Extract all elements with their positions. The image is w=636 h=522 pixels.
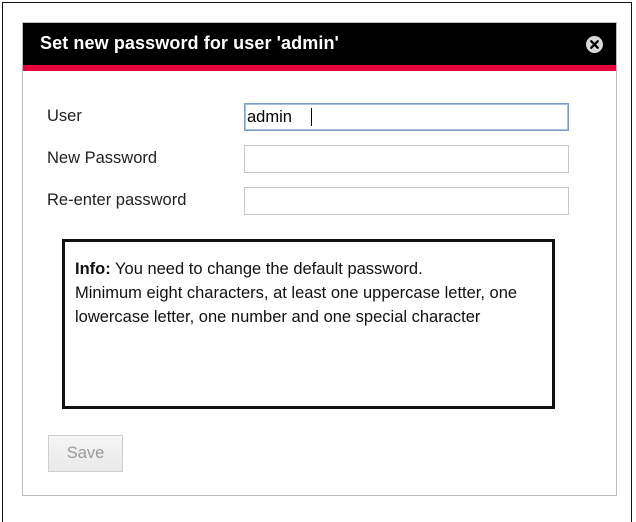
save-button[interactable]: Save [48,435,123,472]
user-input[interactable] [244,103,569,131]
dialog-title: Set new password for user 'admin' [40,33,339,53]
close-icon[interactable] [586,36,603,53]
new-password-label: New Password [47,149,158,167]
info-default-password-text: You need to change the default password. [110,260,423,278]
info-requirements-text: Minimum eight characters, at least one u… [75,284,518,326]
reenter-password-label: Re-enter password [47,191,187,209]
dialog-titlebar: Set new password for user 'admin' [23,23,616,65]
info-prefix: Info: [75,260,111,278]
set-password-dialog: Set new password for user 'admin' User N… [22,22,617,496]
text-caret [311,108,312,126]
reenter-password-input[interactable] [244,187,569,215]
titlebar-accent-stripe [23,65,616,71]
user-label: User [47,107,82,125]
info-box: Info: You need to change the default pas… [62,239,555,409]
new-password-input[interactable] [244,145,569,173]
